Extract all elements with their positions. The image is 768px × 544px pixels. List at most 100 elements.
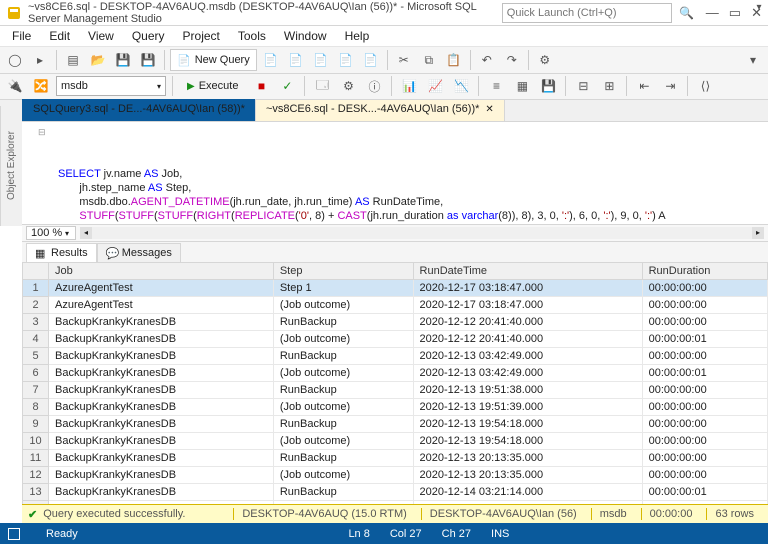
nav-fwd-icon[interactable]: ▸ [29,49,51,71]
menu-tools[interactable]: Tools [230,27,274,45]
mdx-query-icon[interactable]: 📄 [310,49,332,71]
toolbar-overflow-icon[interactable]: ▾ [742,49,764,71]
menu-window[interactable]: Window [276,27,335,45]
cell: BackupKrankyKranesDB [49,399,274,416]
table-row[interactable]: 1AzureAgentTestStep 12020-12-17 03:18:47… [23,280,768,297]
status-server: DESKTOP-4AV6AUQ (15.0 RTM) [233,508,414,520]
table-row[interactable]: 8BackupKrankyKranesDB(Job outcome)2020-1… [23,399,768,416]
db-engine-query-icon[interactable]: 📄 [260,49,282,71]
zoom-selector[interactable]: 100 % ▾ [26,226,76,240]
table-row[interactable]: 4BackupKrankyKranesDB(Job outcome)2020-1… [23,331,768,348]
object-explorer-tab[interactable]: Object Explorer [0,106,22,226]
uncomment-icon[interactable]: ⊞ [598,75,620,97]
tab-sqlquery3[interactable]: SQLQuery3.sql - DE...-4AV6AUQ\Ian (58))* [22,99,256,121]
stop-icon[interactable]: ■ [250,75,272,97]
table-row[interactable]: 12BackupKrankyKranesDB(Job outcome)2020-… [23,467,768,484]
tab-vs8ce6[interactable]: ~vs8CE6.sql - DESK...-4AV6AUQ\Ian (56))*… [255,99,505,121]
solution-config-icon[interactable]: ⚙ [534,49,556,71]
tab-messages[interactable]: 💬Messages [97,243,181,262]
status-login: DESKTOP-4AV6AUQ\Ian (56) [421,508,585,520]
menu-edit[interactable]: Edit [41,27,78,45]
search-icon[interactable]: 🔍 [676,2,698,24]
results-text-icon[interactable]: ≡ [485,75,507,97]
results-grid-icon[interactable]: ▦ [511,75,533,97]
results-file-icon[interactable]: 💾 [537,75,559,97]
close-tab-icon[interactable]: ✕ [485,104,493,115]
table-row[interactable]: 14BackupKrankyKranesDB(Job outcome)2020-… [23,501,768,505]
menu-query[interactable]: Query [124,27,173,45]
horizontal-scrollbar[interactable]: ◂▸ [80,227,764,239]
cell: 2020-12-12 20:41:40.000 [413,314,642,331]
sql-toolbar: 🔌 🔀 msdb▾ ▶Execute ■ ✓ 🗔 ⚙ ⓘ 📊 📈 📉 ≡ ▦ 💾… [0,74,768,100]
table-row[interactable]: 5BackupKrankyKranesDBRunBackup2020-12-13… [23,348,768,365]
cell: 5 [23,348,49,365]
fold-icon[interactable]: ⊟ [38,125,49,139]
menu-project[interactable]: Project [175,27,228,45]
cell: (Job outcome) [273,297,413,314]
outdent-icon[interactable]: ⇤ [633,75,655,97]
estimated-plan-icon[interactable]: 🗔 [311,75,333,97]
connect-icon[interactable]: 🔌 [4,75,26,97]
quick-launch-input[interactable] [502,3,672,23]
table-row[interactable]: 2AzureAgentTest(Job outcome)2020-12-17 0… [23,297,768,314]
new-query-button[interactable]: 📄New Query [170,49,257,71]
results-grid[interactable]: JobStepRunDateTimeRunDuration 1AzureAgen… [22,262,768,504]
table-row[interactable]: 6BackupKrankyKranesDB(Job outcome)2020-1… [23,365,768,382]
open-icon[interactable]: 📂 [87,49,109,71]
minimize-button[interactable]: — [706,5,719,21]
actual-plan-icon[interactable]: 📊 [398,75,420,97]
column-header[interactable]: RunDateTime [413,263,642,280]
cell: BackupKrankyKranesDB [49,501,274,505]
cell: (Job outcome) [273,433,413,450]
dmx-query-icon[interactable]: 📄 [335,49,357,71]
change-connection-icon[interactable]: 🔀 [30,75,52,97]
parse-icon[interactable]: ✓ [276,75,298,97]
undo-icon[interactable]: ↶ [476,49,498,71]
column-header[interactable] [23,263,49,280]
query-options-icon[interactable]: ⚙ [337,75,359,97]
cell: 2020-12-13 19:51:39.000 [413,399,642,416]
menu-help[interactable]: Help [337,27,378,45]
column-header[interactable]: Job [49,263,274,280]
save-icon[interactable]: 💾 [112,49,134,71]
intellisense-icon[interactable]: ⓘ [363,75,385,97]
cell: BackupKrankyKranesDB [49,314,274,331]
tab-results[interactable]: ▦Results [26,243,97,262]
client-stats-icon[interactable]: 📉 [450,75,472,97]
menu-view[interactable]: View [80,27,122,45]
cut-icon[interactable]: ✂ [393,49,415,71]
column-header[interactable]: RunDuration [642,263,767,280]
table-row[interactable]: 11BackupKrankyKranesDBRunBackup2020-12-1… [23,450,768,467]
comment-icon[interactable]: ⊟ [572,75,594,97]
sql-editor[interactable]: ⊟ SELECT jv.name AS Job, jh.step_name AS… [22,122,768,224]
menu-file[interactable]: File [4,27,39,45]
cell: 12 [23,467,49,484]
table-row[interactable]: 7BackupKrankyKranesDBRunBackup2020-12-13… [23,382,768,399]
xmla-query-icon[interactable]: 📄 [360,49,382,71]
table-row[interactable]: 9BackupKrankyKranesDBRunBackup2020-12-13… [23,416,768,433]
execute-button[interactable]: ▶Execute [179,75,246,97]
as-query-icon[interactable]: 📄 [285,49,307,71]
live-stats-icon[interactable]: 📈 [424,75,446,97]
copy-icon[interactable]: ⧉ [418,49,440,71]
cell: BackupKrankyKranesDB [49,331,274,348]
database-selector[interactable]: msdb▾ [56,76,166,96]
cell: 2020-12-13 03:42:49.000 [413,348,642,365]
paste-icon[interactable]: 📋 [443,49,465,71]
template-params-icon[interactable]: ⟨⟩ [694,75,716,97]
redo-icon[interactable]: ↷ [501,49,523,71]
cell: 2020-12-17 03:18:47.000 [413,280,642,297]
status-db: msdb [591,508,635,520]
table-row[interactable]: 10BackupKrankyKranesDB(Job outcome)2020-… [23,433,768,450]
cell: 11 [23,450,49,467]
nav-back-icon[interactable]: ◯ [4,49,26,71]
indent-icon[interactable]: ⇥ [659,75,681,97]
cell: BackupKrankyKranesDB [49,484,274,501]
tab-dropdown-icon[interactable]: ▾ [752,2,766,16]
column-header[interactable]: Step [273,263,413,280]
table-row[interactable]: 13BackupKrankyKranesDBRunBackup2020-12-1… [23,484,768,501]
save-all-icon[interactable]: 💾 [137,49,159,71]
maximize-button[interactable]: ▭ [729,5,741,21]
new-item-icon[interactable]: ▤ [62,49,84,71]
table-row[interactable]: 3BackupKrankyKranesDBRunBackup2020-12-12… [23,314,768,331]
